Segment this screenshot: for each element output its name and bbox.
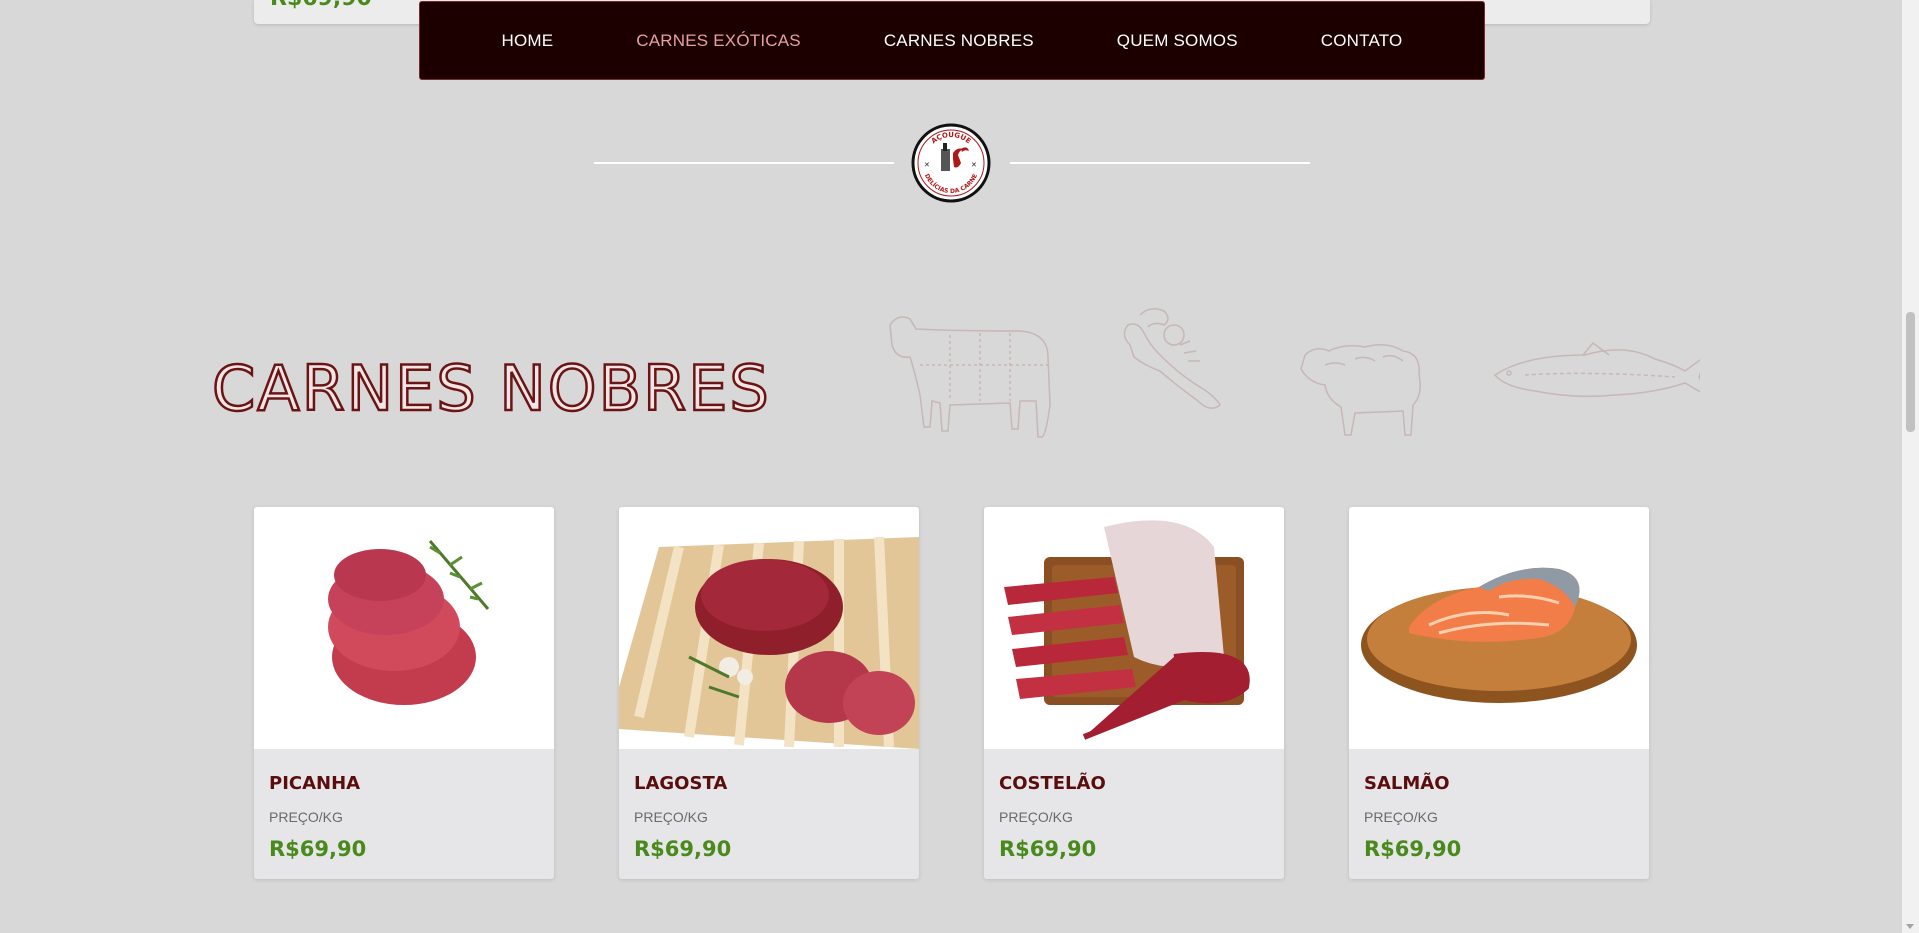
product-card-lagosta[interactable]: LAGOSTA PREÇO/KG R$69,90: [619, 507, 919, 879]
product-name: LAGOSTA: [634, 773, 728, 794]
fish-icon: [1493, 341, 1700, 398]
svg-text:✕: ✕: [971, 162, 977, 169]
section-title: CARNES NOBRES: [211, 351, 771, 427]
nav-quem-somos[interactable]: QUEM SOMOS: [1117, 31, 1238, 51]
scrollbar-thumb[interactable]: [1906, 312, 1915, 432]
product-unit: PREÇO/KG: [1364, 809, 1438, 825]
product-unit: PREÇO/KG: [634, 809, 708, 825]
product-price: R$69,90: [1364, 837, 1462, 861]
product-image-costelao: [984, 507, 1284, 749]
product-price: R$69,90: [999, 837, 1097, 861]
nav-contato[interactable]: CONTATO: [1321, 31, 1403, 51]
animal-illustrations: [889, 308, 1700, 438]
main-navbar: HOME CARNES EXÓTICAS CARNES NOBRES QUEM …: [419, 1, 1485, 80]
scroll-down-arrow-icon[interactable]: [1906, 924, 1914, 929]
divider-right: [1010, 162, 1310, 164]
lobster-icon: [1123, 308, 1221, 409]
nav-home[interactable]: HOME: [501, 31, 553, 51]
product-name: PICANHA: [269, 773, 361, 794]
product-image-picanha: [254, 507, 554, 749]
acougue-logo[interactable]: AÇOUGUE DELÍCIAS DA CARNE ✕ ✕: [911, 123, 991, 203]
product-name: COSTELÃO: [999, 773, 1106, 794]
nav-carnes-nobres[interactable]: CARNES NOBRES: [884, 31, 1034, 51]
svg-text:✕: ✕: [924, 162, 930, 169]
product-unit: PREÇO/KG: [269, 809, 343, 825]
nav-carnes-exoticas[interactable]: CARNES EXÓTICAS: [636, 31, 801, 51]
cleaver-icon: [941, 149, 950, 171]
product-card-costelao[interactable]: COSTELÃO PREÇO/KG R$69,90: [984, 507, 1284, 879]
cow-icon: [889, 316, 1051, 438]
product-image-lagosta: [619, 507, 919, 749]
product-name: SALMÃO: [1364, 773, 1450, 794]
divider-left: [594, 162, 894, 164]
product-unit: PREÇO/KG: [999, 809, 1073, 825]
sheep-icon: [1300, 344, 1421, 436]
product-price: R$69,90: [269, 837, 367, 861]
product-card-picanha[interactable]: PICANHA PREÇO/KG R$69,90: [254, 507, 554, 879]
page-scrollbar[interactable]: [1902, 0, 1919, 933]
product-image-salmao: [1349, 507, 1649, 749]
product-price: R$69,90: [634, 837, 732, 861]
product-card-salmao[interactable]: SALMÃO PREÇO/KG R$69,90: [1349, 507, 1649, 879]
previous-product-price: R$69,90: [270, 0, 372, 11]
